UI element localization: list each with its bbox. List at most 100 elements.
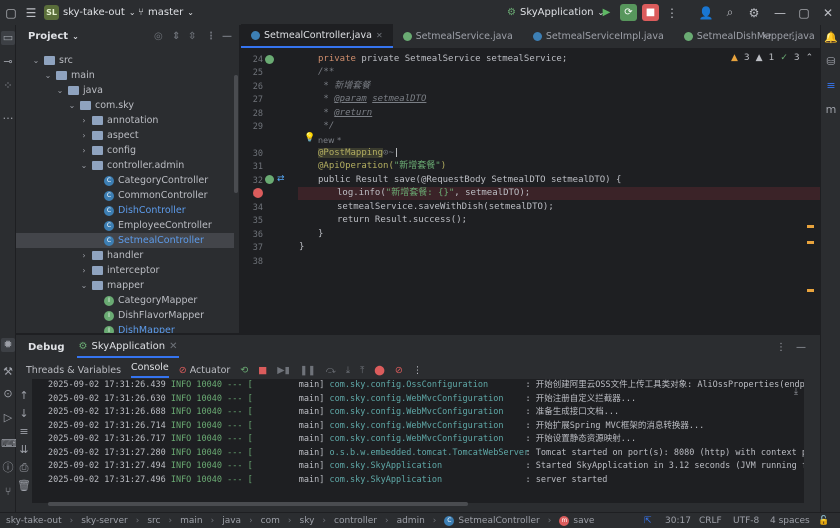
breadcrumb-item[interactable]: sky [300,516,315,526]
debug-tool-icon[interactable]: ✹ [1,338,15,352]
spring-bean-gutter-icon[interactable] [265,175,274,184]
problems-icon[interactable]: ⓘ [1,461,15,475]
error-stripe-marker[interactable] [807,241,814,244]
tree-item-setmealcontroller[interactable]: C SetmealController [16,233,234,248]
chevron-down-icon[interactable]: ⌄ [68,101,76,110]
mapping-gutter-icon[interactable]: ⇄ [277,174,285,184]
tab-setmealservice-java[interactable]: SetmealService.java [393,24,523,48]
add-user-icon[interactable]: 👤 [697,6,715,20]
stop-icon[interactable]: ■ [258,365,267,376]
tree-item-main[interactable]: ⌄ main [16,68,234,83]
console-wrap-icon[interactable]: ⤓ [794,387,798,397]
code-editor[interactable]: 242526272829303132333435363738 ⇄ 💡 priva… [241,49,820,333]
minimize-icon[interactable]: — [771,6,789,20]
close-icon[interactable]: ✕ [169,341,177,352]
database-icon[interactable]: ⛁ [824,55,838,69]
tab-options-icon[interactable]: ⋮ [788,31,798,42]
panel-options-icon[interactable]: ⋮ [206,31,216,42]
scroll-to-end-icon[interactable]: ⇊ [17,443,31,457]
services-icon[interactable]: ⊙ [1,387,15,401]
more-tools-icon[interactable]: … [1,109,15,123]
cursor-position[interactable]: 30:17 [665,516,691,526]
chevron-down-icon[interactable]: ⌄ [56,86,64,95]
breadcrumb-item[interactable]: main [180,516,203,526]
expand-all-icon[interactable]: ⇕ [172,31,180,42]
tree-item-dishmapper[interactable]: I DishMapper [16,323,234,333]
more-actions-icon[interactable]: ⋮ [663,6,681,20]
hide-panel-icon[interactable]: — [796,342,806,353]
inspection-widget[interactable]: ▲ 3 ▲ 1 ✓ 3 ⌃ ⌄ [731,53,820,63]
tree-item-java[interactable]: ⌄ java [16,83,234,98]
tab-overflow-icon[interactable]: ↩ [763,31,771,42]
build-icon[interactable]: ⚒ [1,365,15,379]
tree-item-dishflavormapper[interactable]: I DishFlavorMapper [16,308,234,323]
more-actions-icon[interactable]: ⋮ [413,365,423,376]
tab-setmealcontroller-java[interactable]: SetmealController.java ✕ [241,24,393,48]
resume-icon[interactable]: ▶▮ [277,365,290,376]
chevron-right-icon[interactable]: › [80,116,88,125]
hamburger-icon[interactable]: ☰ [22,6,40,20]
tab-setmealserviceimpl-java[interactable]: SetmealServiceImpl.java [523,24,674,48]
tree-item-commoncontroller[interactable]: C CommonController [16,188,234,203]
commit-icon[interactable]: ⊸ [1,55,15,69]
breadcrumb-item[interactable]: sky-take-out [6,516,62,526]
breadcrumb-item[interactable]: java [222,516,241,526]
project-switcher[interactable]: SL sky-take-out ⌄ [44,5,136,20]
stop-button[interactable]: ■ [642,4,659,21]
tree-item-com-sky[interactable]: ⌄ com.sky [16,98,234,113]
pause-icon[interactable]: ❚❚ [300,365,316,376]
tree-item-categorycontroller[interactable]: C CategoryController [16,173,234,188]
lightbulb-icon[interactable]: 💡 [304,133,315,143]
console-hscrollbar[interactable] [48,502,468,506]
chevron-right-icon[interactable]: › [80,251,88,260]
chevron-right-icon[interactable]: › [80,131,88,140]
branch-switcher[interactable]: ⑂ master ⌄ [138,7,194,18]
tree-item-controller-admin[interactable]: ⌄ controller.admin [16,158,234,173]
tree-item-categorymapper[interactable]: I CategoryMapper [16,293,234,308]
mute-breakpoints-icon[interactable]: ⊘ [395,365,403,376]
tree-item-dishcontroller[interactable]: C DishController [16,203,234,218]
tab-threads-variables[interactable]: Threads & Variables [26,365,121,376]
breadcrumb-item[interactable]: src [147,516,160,526]
locate-icon[interactable]: ◎ [154,31,163,42]
breadcrumb-item[interactable]: com [261,516,280,526]
breadcrumb-item[interactable]: sky-server [81,516,128,526]
collapse-all-icon[interactable]: ⇳ [188,31,196,42]
clear-all-icon[interactable]: 🗑 [17,479,31,493]
run-tool-icon[interactable]: ▷ [1,411,15,425]
breadcrumb-item[interactable]: SetmealController [458,516,539,526]
error-stripe-marker[interactable] [807,225,814,228]
soft-wrap-icon[interactable]: ≡ [17,425,31,439]
chevron-down-icon[interactable]: ⌄ [44,71,52,80]
close-icon[interactable]: ✕ [819,6,837,20]
chevron-right-icon[interactable]: › [80,146,88,155]
step-into-icon[interactable]: ⤓ [346,365,350,376]
mybatis-icon[interactable]: m [824,103,838,117]
search-icon[interactable]: ⌕ [721,5,739,20]
tree-item-interceptor[interactable]: › interceptor [16,263,234,278]
run-config-selector[interactable]: ⚙ SkyApplication ⌄ [507,7,604,18]
console-output[interactable]: 2025-09-02 17:31:26.439 INFO 10040 --- [… [32,379,804,503]
git-icon[interactable]: ⑂ [1,485,15,499]
debug-options-icon[interactable]: ⋮ [776,342,786,353]
tab-setmealdishmapper-java[interactable]: SetmealDishMapper.java [674,24,825,48]
structure-icon[interactable]: ⁘ [1,79,15,93]
settings-gear-icon[interactable]: ⚙ [745,6,763,20]
tree-item-handler[interactable]: › handler [16,248,234,263]
tree-item-mapper[interactable]: ⌄ mapper [16,278,234,293]
terminal-icon[interactable]: ⌨ [1,437,17,451]
scroll-down-icon[interactable]: ↓ [17,407,31,421]
tree-item-aspect[interactable]: › aspect [16,128,234,143]
tree-item-config[interactable]: › config [16,143,234,158]
line-separator[interactable]: CRLF [699,516,722,526]
view-breakpoints-icon[interactable]: ⬤ [374,365,385,376]
tree-item-employeecontroller[interactable]: C EmployeeController [16,218,234,233]
project-view-icon[interactable]: ▭ [1,31,15,45]
run-button[interactable]: ▶ [598,4,615,21]
step-out-icon[interactable]: ⤒ [360,365,364,376]
spring-bean-gutter-icon[interactable] [265,55,274,64]
tree-item-src[interactable]: ⌄ src [16,53,234,68]
window-menu-icon[interactable]: ▢ [2,6,20,20]
step-over-icon[interactable]: ⤼ [326,365,336,376]
file-encoding[interactable]: UTF-8 [733,516,759,526]
